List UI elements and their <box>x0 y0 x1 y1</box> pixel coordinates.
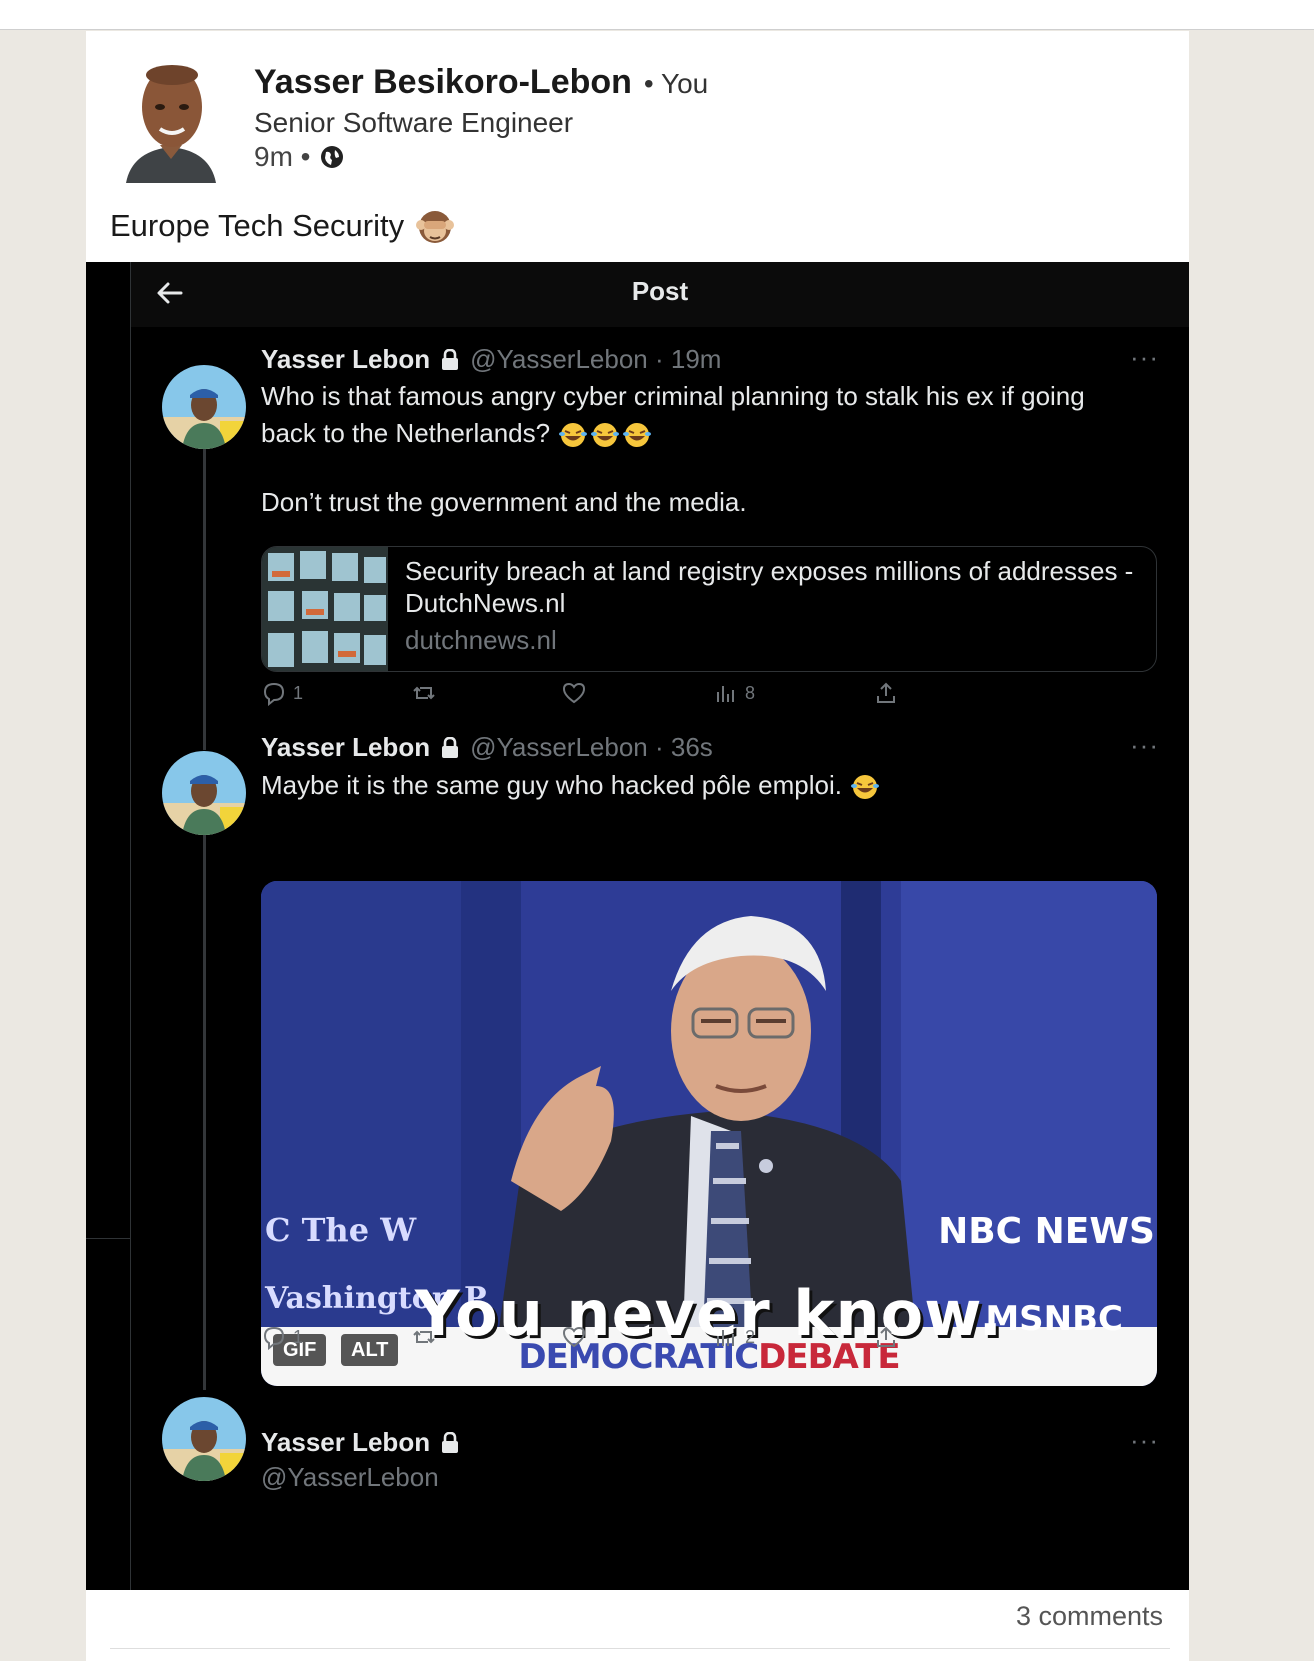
tweet-text-line: Don’t trust the government and the media… <box>261 487 747 517</box>
post-text: Europe Tech Security <box>110 207 455 245</box>
like-button[interactable] <box>561 1324 587 1350</box>
link-title[interactable]: Security breach at land registry exposes… <box>405 555 1145 619</box>
tweet-actions: 1 2 <box>261 1324 961 1354</box>
reply-icon <box>263 682 285 706</box>
laughing-emoji-icon <box>623 423 652 448</box>
footer-divider <box>110 1648 1170 1649</box>
x-header: Post <box>131 262 1189 327</box>
views-button[interactable]: 8 <box>713 680 755 706</box>
share-button[interactable] <box>873 680 899 706</box>
lock-icon <box>442 1431 459 1453</box>
post-text-body: Europe Tech Security <box>110 208 405 243</box>
tweet-avatar[interactable] <box>162 1397 246 1481</box>
tweet-author-name[interactable]: Yasser Lebon <box>261 732 430 763</box>
tweet-handle-time: @YasserLebon · 36s <box>470 732 713 762</box>
tweet-text-line: back to the Netherlands? <box>261 418 551 448</box>
tweet-author-name[interactable]: Yasser Lebon <box>261 1427 430 1458</box>
reply-count: 1 <box>293 1326 304 1347</box>
more-options-icon[interactable]: ··· <box>1130 1425 1159 1456</box>
tweet-actions: 1 8 <box>261 680 961 710</box>
views-icon <box>717 1330 734 1346</box>
laughing-emoji-icon <box>591 423 620 448</box>
tweet-text: Maybe it is the same guy who hacked pôle… <box>261 767 1141 804</box>
retweet-icon <box>413 1330 435 1344</box>
edge-divider <box>86 1238 130 1239</box>
retweet-button[interactable] <box>411 1324 437 1350</box>
more-options-icon[interactable]: ··· <box>1130 342 1159 373</box>
share-button[interactable] <box>873 1324 899 1350</box>
laughing-emoji-icon <box>851 775 880 800</box>
tweet-author-name[interactable]: Yasser Lebon <box>261 344 430 375</box>
heart-icon <box>562 682 586 704</box>
retweet-button[interactable] <box>411 680 437 706</box>
link-preview-card[interactable]: Security breach at land registry exposes… <box>261 546 1157 672</box>
post-time: 9m • <box>254 141 311 172</box>
tweet-text: Who is that famous angry cyber criminal … <box>261 378 1141 521</box>
retweet-icon <box>413 686 435 700</box>
reply-button[interactable]: 1 <box>261 680 303 706</box>
more-options-icon[interactable]: ··· <box>1130 730 1159 761</box>
reply-count: 1 <box>293 682 304 703</box>
lock-icon <box>442 348 459 370</box>
reply-button[interactable]: 1 <box>261 1324 303 1350</box>
laughing-emoji-icon <box>559 423 588 448</box>
column-divider <box>130 262 131 1590</box>
gif-media[interactable]: C The W Vashington P NBC NEWS DEMOCRATIC… <box>261 881 1157 1386</box>
tweet-handle-time: @YasserLebon · 19m <box>470 344 722 374</box>
like-button[interactable] <box>561 680 587 706</box>
tweet-text-line-with-emoji: back to the Netherlands? <box>261 415 1141 452</box>
tweet-text-line: Who is that famous angry cyber criminal … <box>261 381 1085 411</box>
linkedin-post-card: Yasser Besikoro-Lebon • You Senior Softw… <box>86 31 1189 1661</box>
post-meta: 9m • <box>254 141 344 173</box>
gif-nbc-logo: NBC NEWS <box>938 1211 1155 1252</box>
top-bar <box>0 0 1314 30</box>
share-icon <box>877 1326 895 1347</box>
gif-brand-left: C The W <box>265 1211 417 1249</box>
reply-icon <box>263 1326 285 1350</box>
share-icon <box>877 682 895 703</box>
lock-icon <box>442 736 459 758</box>
views-button[interactable]: 2 <box>713 1324 755 1350</box>
connection-degree: • You <box>643 68 709 99</box>
views-count: 2 <box>745 1326 756 1347</box>
views-count: 8 <box>745 682 756 703</box>
globe-icon <box>321 146 344 168</box>
embedded-screenshot[interactable]: Post Yasser Lebon @YasserLebon · 19m ···… <box>86 262 1189 1590</box>
author-name[interactable]: Yasser Besikoro-Lebon <box>254 63 632 102</box>
views-icon <box>717 686 734 702</box>
tweet-text-line: Maybe it is the same guy who hacked pôle… <box>261 770 842 800</box>
tweet-header: Yasser Lebon @YasserLebon · 36s <box>261 732 713 763</box>
author-headline: Senior Software Engineer <box>254 107 574 138</box>
heart-icon <box>562 1326 586 1348</box>
see-no-evil-monkey-icon <box>416 211 455 243</box>
tweet-header: Yasser Lebon <box>261 1427 464 1458</box>
author-avatar[interactable] <box>122 55 220 183</box>
x-header-title: Post <box>631 276 689 306</box>
comments-count[interactable]: 3 comments <box>1016 1601 1163 1632</box>
link-domain: dutchnews.nl <box>405 625 557 655</box>
thread-connector <box>203 432 206 750</box>
tweet-avatar[interactable] <box>162 751 246 835</box>
tweet-header: Yasser Lebon @YasserLebon · 19m <box>261 344 721 375</box>
link-thumbnail <box>262 547 388 671</box>
tweet-handle: @YasserLebon <box>261 1462 439 1492</box>
tweet-avatar[interactable] <box>162 365 246 449</box>
thread-connector <box>203 824 206 1390</box>
